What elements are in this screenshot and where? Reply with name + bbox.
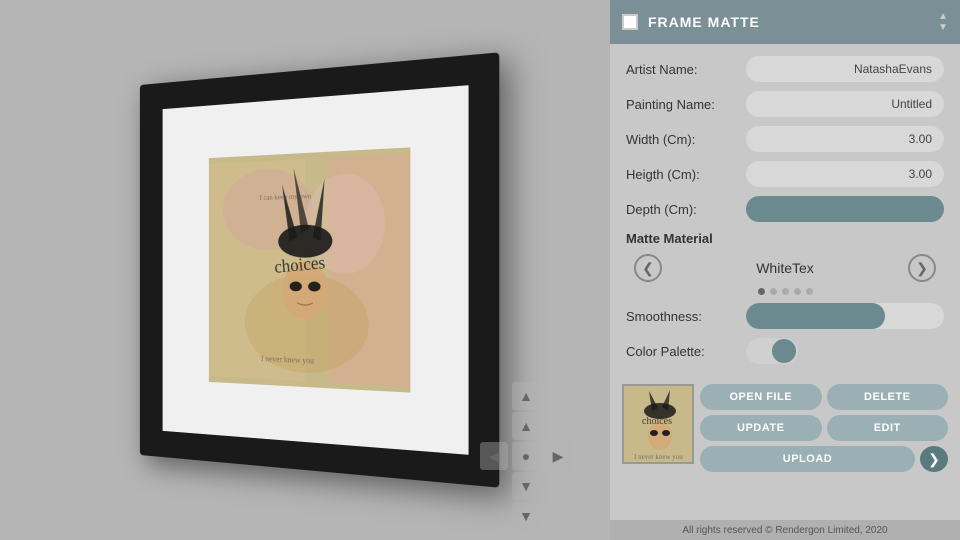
- frame-matte: choices I can keep my own I never knew y…: [163, 85, 469, 455]
- delete-button[interactable]: DELETE: [827, 384, 949, 410]
- artist-name-input[interactable]: [746, 56, 944, 82]
- smoothness-label: Smoothness:: [626, 309, 746, 324]
- smoothness-fill: [746, 303, 885, 329]
- update-button[interactable]: UPDATE: [700, 415, 822, 441]
- material-dot-2: [770, 288, 777, 295]
- material-dot-1: [758, 288, 765, 295]
- height-row: Heigth (Cm):: [626, 161, 944, 187]
- nav-down2-row: ▼: [512, 502, 540, 530]
- material-prev-button[interactable]: ❮: [634, 254, 662, 282]
- header-bar: FRAME MATTE ▲▼: [610, 0, 960, 44]
- color-palette-toggle[interactable]: [746, 338, 798, 364]
- svg-text:I never knew you: I never knew you: [634, 453, 683, 461]
- nav-left-button[interactable]: ◀: [480, 442, 508, 470]
- material-dot-4: [794, 288, 801, 295]
- header-title: FRAME MATTE: [648, 14, 928, 30]
- material-dot-3: [782, 288, 789, 295]
- action-buttons-group: OPEN FILE DELETE UPDATE EDIT UPLOAD ❯: [700, 384, 948, 472]
- depth-row: Depth (Cm):: [626, 196, 944, 222]
- nav-middle-row: ▲: [512, 412, 540, 440]
- next-button[interactable]: ❯: [920, 446, 948, 472]
- btn-row-1: OPEN FILE DELETE: [700, 384, 948, 410]
- frame-3d: choices I can keep my own I never knew y…: [140, 52, 499, 487]
- frame-preview-panel: choices I can keep my own I never knew y…: [0, 0, 610, 540]
- bottom-section: choices I never knew you OPEN FILE DELET…: [610, 384, 960, 476]
- header-spinner[interactable]: ▲▼: [938, 11, 948, 33]
- painting-name-label: Painting Name:: [626, 97, 746, 112]
- width-input[interactable]: [746, 126, 944, 152]
- artist-name-row: Artist Name:: [626, 56, 944, 82]
- color-palette-label: Color Palette:: [626, 344, 746, 359]
- depth-input[interactable]: [746, 196, 944, 222]
- artist-name-label: Artist Name:: [626, 62, 746, 77]
- edit-button[interactable]: EDIT: [827, 415, 949, 441]
- matte-section-label: Matte Material: [626, 231, 944, 246]
- frame-artwork: choices I can keep my own I never knew y…: [209, 147, 411, 392]
- upload-button[interactable]: UPLOAD: [700, 446, 915, 472]
- nav-up-button[interactable]: ▲: [512, 382, 540, 410]
- frame-outer: choices I can keep my own I never knew y…: [140, 52, 499, 487]
- smoothness-row: Smoothness:: [626, 303, 944, 329]
- width-row: Width (Cm):: [626, 126, 944, 152]
- material-selector: ❮ WhiteTex ❯: [626, 254, 944, 282]
- material-dots: [626, 288, 944, 295]
- height-label: Heigth (Cm):: [626, 167, 746, 182]
- depth-label: Depth (Cm):: [626, 202, 746, 217]
- material-next-button[interactable]: ❯: [908, 254, 936, 282]
- btn-row-3: UPLOAD ❯: [700, 446, 948, 472]
- nav-down2-button[interactable]: ▼: [512, 502, 540, 530]
- color-palette-row: Color Palette:: [626, 338, 944, 364]
- height-input[interactable]: [746, 161, 944, 187]
- material-dot-5: [806, 288, 813, 295]
- painting-name-input[interactable]: [746, 91, 944, 117]
- painting-thumbnail: choices I never knew you: [622, 384, 694, 464]
- width-label: Width (Cm):: [626, 132, 746, 147]
- open-file-button[interactable]: OPEN FILE: [700, 384, 822, 410]
- footer: All rights reserved © Rendergon Limited,…: [610, 520, 960, 540]
- nav-up2-button[interactable]: ▲: [512, 412, 540, 440]
- material-name: WhiteTex: [756, 260, 814, 276]
- form-section: Artist Name: Painting Name: Width (Cm): …: [610, 44, 960, 384]
- nav-right-button[interactable]: ▶: [544, 442, 572, 470]
- smoothness-bar[interactable]: [746, 303, 944, 329]
- nav-down-row: ▼: [512, 472, 540, 500]
- svg-text:choices: choices: [642, 416, 672, 427]
- navigation-controls: ▲ ▲ ◀ ● ▶ ▼ ▼: [480, 382, 572, 530]
- painting-name-row: Painting Name:: [626, 91, 944, 117]
- nav-center-button[interactable]: ●: [512, 442, 540, 470]
- right-panel: FRAME MATTE ▲▼ Artist Name: Painting Nam…: [610, 0, 960, 540]
- frame-matte-checkbox[interactable]: [622, 14, 638, 30]
- nav-up-row: ▲: [512, 382, 540, 410]
- btn-row-2: UPDATE EDIT: [700, 415, 948, 441]
- footer-text: All rights reserved © Rendergon Limited,…: [682, 525, 887, 536]
- color-toggle-knob: [772, 339, 796, 363]
- nav-down-button[interactable]: ▼: [512, 472, 540, 500]
- nav-lr-row: ◀ ● ▶: [480, 442, 572, 470]
